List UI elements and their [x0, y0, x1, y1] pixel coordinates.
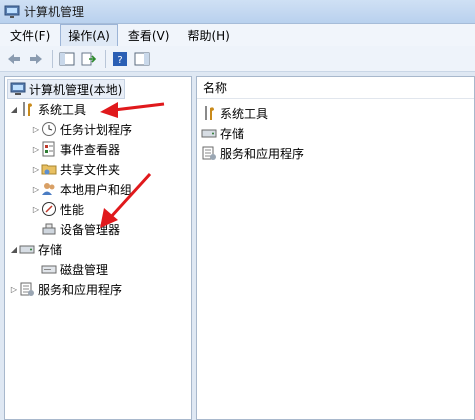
annotation-arrow-device-manager	[100, 172, 152, 228]
users-icon	[42, 183, 55, 195]
action-pane-icon	[134, 52, 150, 65]
back-button[interactable]	[4, 49, 24, 69]
console-tree-icon	[59, 52, 75, 65]
tree-item-event-viewer[interactable]: ▷ 事件查看器	[31, 139, 120, 159]
tree-item-label: 事件查看器	[60, 142, 121, 157]
window-title: 计算机管理	[24, 5, 85, 19]
menu-view[interactable]: 查看(V)	[120, 24, 178, 47]
help-icon: ?	[113, 51, 127, 66]
console-tree: 计算机管理(本地) ◢ 系统工具 ▷ 任务计划程序 ▷ 事件查看器 ▷ 共享文件…	[4, 76, 192, 420]
tree-item-label: 服务和应用程序	[38, 282, 123, 297]
event-viewer-icon	[42, 141, 55, 157]
tree-item-label: 磁盘管理	[60, 262, 109, 277]
collapse-arrow-icon[interactable]: ◢	[9, 105, 19, 114]
results-pane: 名称 系统工具 存储 服务和应用程序	[196, 76, 475, 420]
tree-item-label: 性能	[60, 202, 85, 217]
forward-arrow-icon	[30, 53, 42, 64]
storage-icon	[201, 129, 217, 138]
tree-item-disk-management[interactable]: 磁盘管理	[41, 259, 108, 279]
export-icon	[81, 52, 97, 65]
storage-icon	[19, 245, 35, 254]
toolbar: ?	[0, 46, 475, 72]
show-action-pane-button[interactable]	[132, 49, 152, 69]
svg-text:?: ?	[117, 55, 122, 66]
list-item-storage[interactable]: 存储	[201, 123, 244, 143]
list-item-label: 服务和应用程序	[220, 146, 305, 161]
toolbar-separator	[52, 49, 53, 68]
tree-item-storage[interactable]: ◢ 存储	[9, 239, 62, 259]
expand-arrow-icon[interactable]: ▷	[31, 185, 41, 194]
back-arrow-icon	[8, 53, 20, 64]
tree-item-services-apps[interactable]: ▷ 服务和应用程序	[9, 279, 122, 299]
menu-bar: 文件(F) 操作(A) 查看(V) 帮助(H)	[0, 23, 475, 47]
menu-file[interactable]: 文件(F)	[2, 24, 58, 47]
list-item-label: 存储	[220, 126, 245, 141]
menu-action[interactable]: 操作(A)	[60, 23, 118, 47]
tools-icon	[23, 102, 32, 116]
list-item-label: 系统工具	[220, 106, 269, 121]
annotation-arrow-system-tools	[100, 102, 165, 118]
computer-management-icon	[4, 5, 20, 18]
tree-item-label: 系统工具	[38, 102, 87, 117]
forward-button[interactable]	[26, 49, 46, 69]
tree-item-performance[interactable]: ▷ 性能	[31, 199, 84, 219]
services-icon	[20, 282, 34, 296]
menu-help[interactable]: 帮助(H)	[179, 24, 237, 47]
export-list-button[interactable]	[79, 49, 99, 69]
toolbar-separator	[105, 49, 106, 68]
help-button[interactable]: ?	[110, 49, 130, 69]
show-hide-tree-button[interactable]	[57, 49, 77, 69]
list-item-services-apps[interactable]: 服务和应用程序	[201, 143, 304, 163]
tree-item-label: 存储	[38, 242, 63, 257]
expand-arrow-icon[interactable]: ▷	[31, 145, 41, 154]
tools-icon	[205, 106, 214, 120]
expand-arrow-icon[interactable]: ▷	[31, 125, 41, 134]
tree-item-system-tools[interactable]: ◢ 系统工具	[9, 99, 86, 119]
shared-folder-icon	[41, 164, 57, 175]
column-header-name[interactable]: 名称	[197, 77, 474, 99]
disk-icon	[41, 265, 57, 274]
services-icon	[202, 146, 216, 160]
tree-item-label: 计算机管理(本地)	[29, 82, 123, 97]
tree-item-task-scheduler[interactable]: ▷ 任务计划程序	[31, 119, 132, 139]
computer-management-icon	[10, 82, 26, 95]
tree-item-label: 任务计划程序	[60, 122, 133, 137]
device-manager-icon	[42, 223, 56, 235]
list-item-system-tools[interactable]: 系统工具	[201, 103, 268, 123]
collapse-arrow-icon[interactable]: ◢	[9, 245, 19, 254]
expand-arrow-icon[interactable]: ▷	[31, 165, 41, 174]
performance-icon	[42, 202, 56, 216]
expand-arrow-icon[interactable]: ▷	[9, 285, 19, 294]
clock-icon	[42, 122, 56, 136]
title-bar: 计算机管理	[0, 0, 475, 24]
expand-arrow-icon[interactable]: ▷	[31, 205, 41, 214]
